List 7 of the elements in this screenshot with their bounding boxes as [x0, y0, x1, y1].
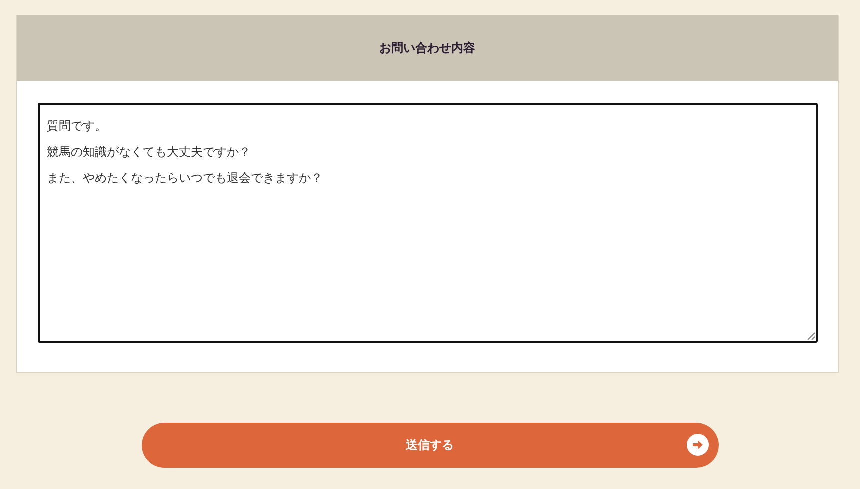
resize-handle-icon [807, 332, 815, 340]
section-title: お問い合わせ内容 [380, 40, 476, 56]
message-line: 競馬の知識がなくても大丈夫ですか？ [47, 145, 251, 159]
message-line: 質問です。 [47, 119, 107, 133]
message-line: また、やめたくなったらいつでも退会できますか？ [47, 171, 323, 185]
message-field[interactable]: 質問です。 競馬の知識がなくても大丈夫ですか？ また、やめたくなったらいつでも退会できますか？ [38, 103, 818, 343]
arrow-right-icon [686, 434, 708, 456]
